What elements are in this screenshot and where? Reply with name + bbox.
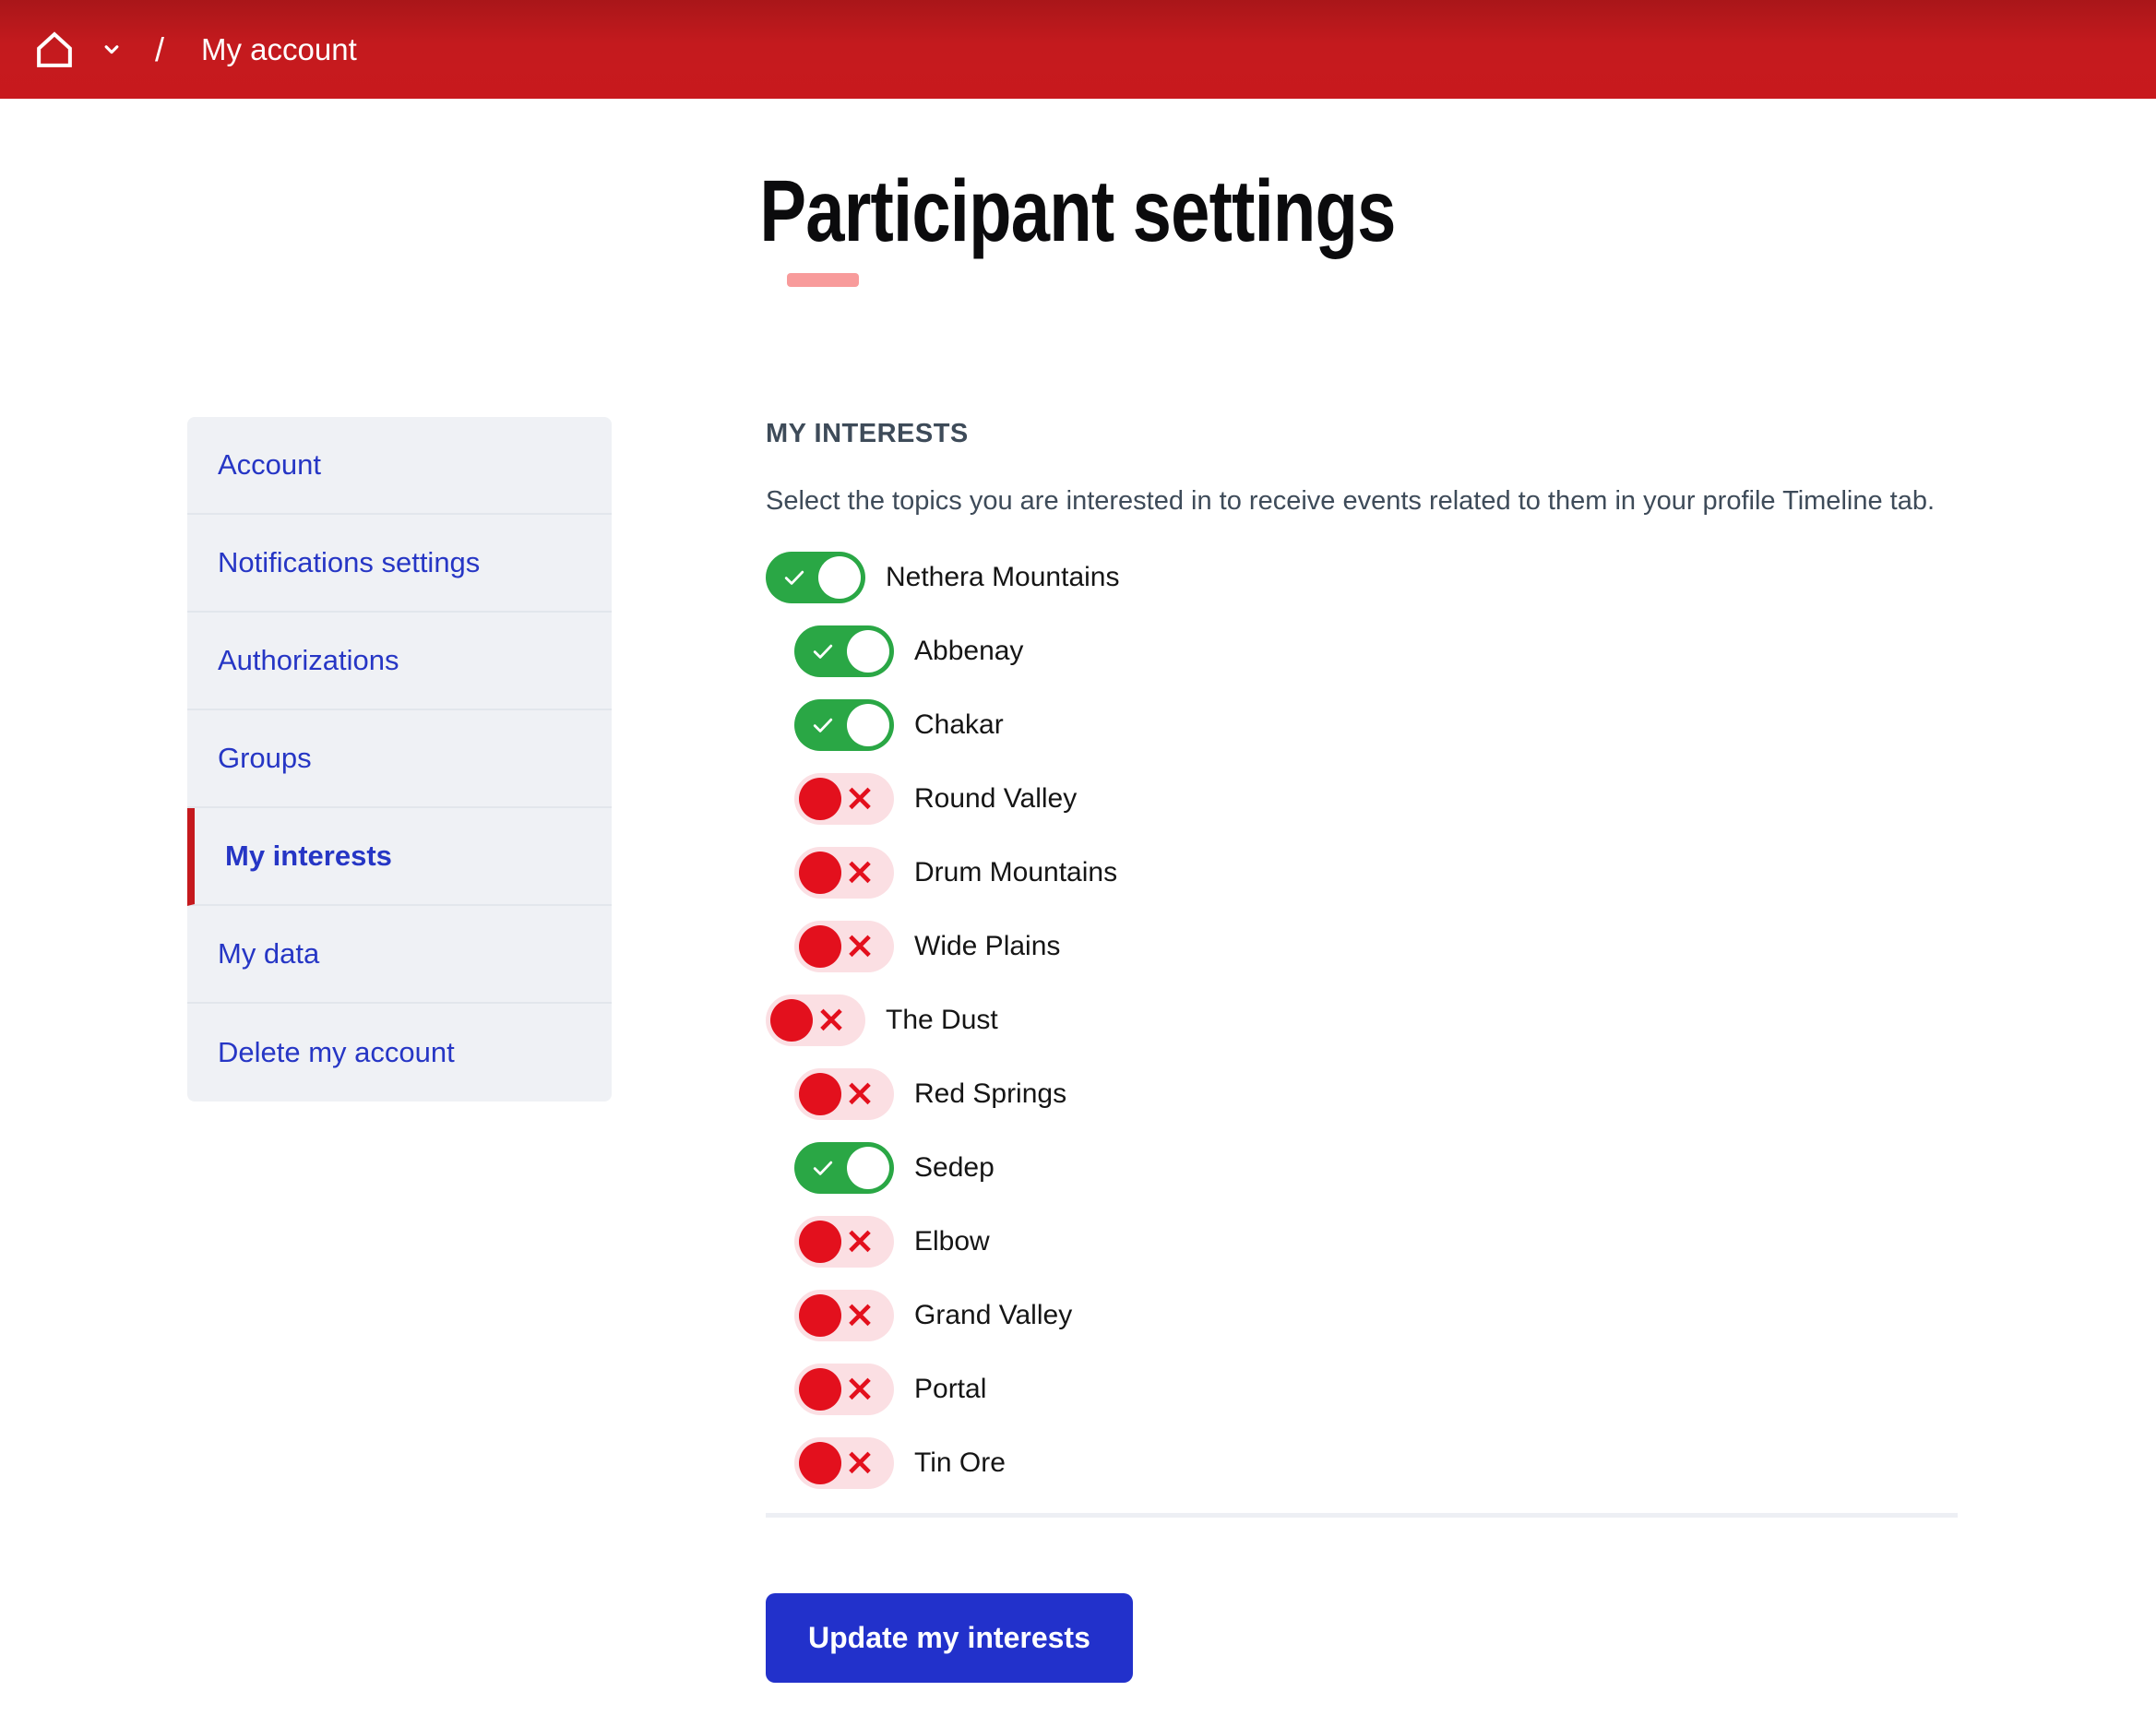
breadcrumb-separator: / <box>155 30 164 69</box>
main-content: MY INTERESTS Select the topics you are i… <box>766 417 1965 1683</box>
topic-label: Sedep <box>914 1152 995 1184</box>
topic-label: Red Springs <box>914 1078 1066 1110</box>
check-icon <box>810 638 836 664</box>
toggle-knob <box>799 925 841 968</box>
page-title: Participant settings <box>759 155 1395 269</box>
topic-label: Round Valley <box>914 783 1077 815</box>
toggle-grand-valley[interactable]: × <box>794 1290 894 1341</box>
title-underline <box>787 273 859 287</box>
x-icon: × <box>816 1001 847 1038</box>
toggle-round-valley[interactable]: × <box>794 773 894 825</box>
topic-row-red-springs: × Red Springs <box>794 1068 1965 1120</box>
toggle-chakar[interactable] <box>794 699 894 751</box>
toggle-knob <box>799 852 841 894</box>
topic-row-wide-plains: × Wide Plains <box>794 921 1965 972</box>
toggle-knob <box>799 1073 841 1115</box>
toggle-nethera-mountains[interactable] <box>766 552 865 603</box>
update-interests-button[interactable]: Update my interests <box>766 1593 1133 1683</box>
sidebar-item-delete-my-account[interactable]: Delete my account <box>187 1004 612 1102</box>
x-icon: × <box>844 780 876 816</box>
home-button[interactable] <box>33 29 76 71</box>
toggle-portal[interactable]: × <box>794 1364 894 1415</box>
toggle-knob <box>818 556 861 599</box>
topic-label: Nethera Mountains <box>886 562 1119 593</box>
sidebar-item-account[interactable]: Account <box>187 417 612 515</box>
sidebar-item-notifications-settings[interactable]: Notifications settings <box>187 515 612 613</box>
topic-label: Portal <box>914 1374 986 1405</box>
check-icon <box>810 712 836 738</box>
x-icon: × <box>844 1444 876 1481</box>
topic-row-nethera-mountains: Nethera Mountains <box>766 552 1965 603</box>
topic-label: Drum Mountains <box>914 857 1117 888</box>
topic-row-drum-mountains: × Drum Mountains <box>794 847 1965 899</box>
topic-label: Elbow <box>914 1226 990 1257</box>
toggle-drum-mountains[interactable]: × <box>794 847 894 899</box>
toggle-knob <box>847 1147 889 1189</box>
topic-row-abbenay: Abbenay <box>794 625 1965 677</box>
toggle-knob <box>799 1442 841 1484</box>
topic-row-the-dust: × The Dust <box>766 995 1965 1046</box>
topic-row-tin-ore: × Tin Ore <box>794 1437 1965 1489</box>
toggle-knob <box>799 1221 841 1263</box>
section-description: Select the topics you are interested in … <box>766 486 1965 517</box>
topic-label: Abbenay <box>914 636 1023 667</box>
x-icon: × <box>844 853 876 890</box>
topic-label: Chakar <box>914 709 1004 741</box>
x-icon: × <box>844 1296 876 1333</box>
topic-row-sedep: Sedep <box>794 1142 1965 1194</box>
topic-row-round-valley: × Round Valley <box>794 773 1965 825</box>
topic-row-grand-valley: × Grand Valley <box>794 1290 1965 1341</box>
check-icon <box>810 1155 836 1181</box>
toggle-elbow[interactable]: × <box>794 1216 894 1268</box>
x-icon: × <box>844 927 876 964</box>
toggle-red-springs[interactable]: × <box>794 1068 894 1120</box>
topic-row-elbow: × Elbow <box>794 1216 1965 1268</box>
toggle-tin-ore[interactable]: × <box>794 1437 894 1489</box>
x-icon: × <box>844 1222 876 1259</box>
sidebar-item-authorizations[interactable]: Authorizations <box>187 613 612 710</box>
content-divider <box>766 1513 1958 1518</box>
topics-list: Nethera Mountains Abbenay Chakar × Round Val… <box>766 552 1965 1489</box>
topic-label: Tin Ore <box>914 1447 1006 1479</box>
sidebar-item-my-interests[interactable]: My interests <box>187 808 612 906</box>
sidebar-item-my-data[interactable]: My data <box>187 906 612 1004</box>
toggle-knob <box>799 778 841 820</box>
check-icon <box>781 565 807 590</box>
home-icon <box>33 29 76 71</box>
x-icon: × <box>844 1075 876 1112</box>
topic-label: The Dust <box>886 1005 998 1036</box>
top-bar: / My account <box>0 0 2156 99</box>
section-title: MY INTERESTS <box>766 419 1965 449</box>
topic-label: Wide Plains <box>914 931 1060 962</box>
toggle-knob <box>770 999 813 1042</box>
toggle-knob <box>847 630 889 673</box>
toggle-abbenay[interactable] <box>794 625 894 677</box>
sidebar-item-groups[interactable]: Groups <box>187 710 612 808</box>
topic-label: Grand Valley <box>914 1300 1072 1331</box>
toggle-knob <box>799 1294 841 1337</box>
toggle-the-dust[interactable]: × <box>766 995 865 1046</box>
toggle-knob <box>847 704 889 746</box>
breadcrumb-current[interactable]: My account <box>201 32 357 67</box>
toggle-wide-plains[interactable]: × <box>794 921 894 972</box>
toggle-sedep[interactable] <box>794 1142 894 1194</box>
topic-row-chakar: Chakar <box>794 699 1965 751</box>
breadcrumb-dropdown-button[interactable] <box>100 38 124 62</box>
settings-sidebar: AccountNotifications settingsAuthorizati… <box>187 417 612 1102</box>
topic-row-portal: × Portal <box>794 1364 1965 1415</box>
toggle-knob <box>799 1368 841 1411</box>
chevron-down-icon <box>100 38 124 62</box>
x-icon: × <box>844 1370 876 1407</box>
